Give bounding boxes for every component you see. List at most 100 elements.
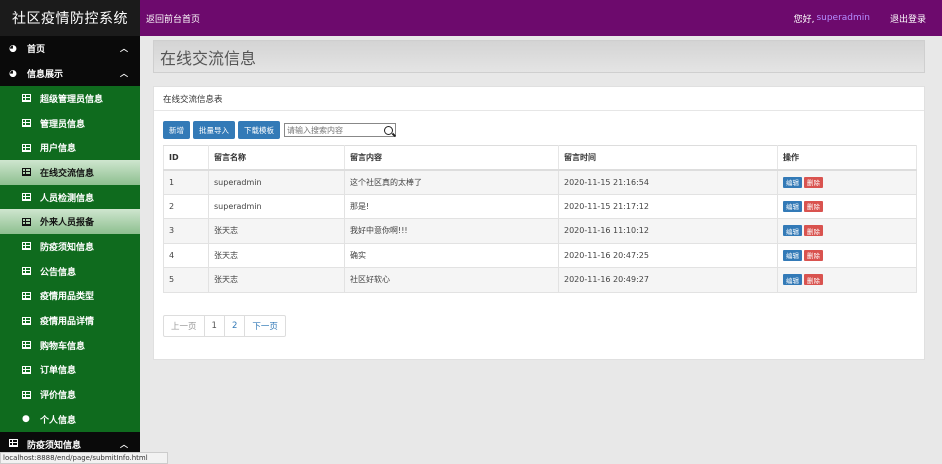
cell-time: 2020-11-16 20:47:25 [558,242,778,268]
sidebar-item-users[interactable]: 用户信息 [0,135,140,160]
column-header-actions: 操作 [777,145,917,171]
search-icon[interactable] [384,125,393,135]
table-row: 4 张天志 确实 2020-11-16 20:47:25 编辑 删除 [163,242,917,268]
delete-button[interactable]: 删除 [804,274,823,286]
sidebar: ◕ 首页 ︿ ◕ 信息展示 ︿ 超级管理员信息 管理员信息 用户信息 在线交流信… [0,36,140,464]
table-icon [22,390,34,399]
table-icon [22,365,34,374]
sidebar-item-orders[interactable]: 订单信息 [0,358,140,383]
sidebar-item-label: 个人信息 [40,415,77,426]
add-button[interactable]: 新增 [163,121,190,139]
sidebar-item-admin[interactable]: 管理员信息 [0,111,140,136]
sidebar-item-profile[interactable]: ● 个人信息 [0,407,140,432]
sidebar-group-home[interactable]: ◕ 首页 ︿ [0,36,140,61]
sidebar-item-visitor-report[interactable]: 外来人员报备 [0,209,140,235]
app-brand: 社区疫情防控系统 [0,0,140,36]
search-box [284,123,396,137]
table-icon [22,217,34,226]
table-row: 1 superadmin 这个社区真的太棒了 2020-11-15 21:16:… [163,169,917,195]
cell-name: 张天志 [208,267,345,293]
status-bar-url: localhost:8888/end/page/submitInfo.html [0,452,168,464]
edit-button[interactable]: 编辑 [783,176,802,188]
toolbar: 新增 批量导入 下载模板 [163,121,396,139]
sidebar-group-label: 防疫须知信息 [27,440,82,451]
sidebar-item-label: 评价信息 [40,391,77,402]
sidebar-item-label: 防疫须知信息 [40,242,95,253]
cell-content: 我好中意你啊!!! [344,218,559,244]
sidebar-item-supply-details[interactable]: 疫情用品详情 [0,308,140,333]
column-header-id: ID [163,145,209,171]
sidebar-group-label: 首页 [27,45,46,55]
cell-name: 张天志 [208,218,345,244]
batch-import-button[interactable]: 批量导入 [193,121,235,139]
table-icon [22,316,34,325]
cell-id: 4 [163,242,209,268]
table-icon [22,143,34,152]
delete-button[interactable]: 删除 [804,249,823,261]
content-panel: 在线交流信息表 新增 批量导入 下载模板 ID 留言名称 留言内容 留言时间 操… [153,86,925,360]
page-title: 在线交流信息 [153,40,925,73]
cell-name: 张天志 [208,242,345,268]
cell-content: 社区好软心 [344,267,559,293]
sidebar-item-testing[interactable]: 人员检测信息 [0,185,140,210]
cell-actions: 编辑 删除 [777,218,917,244]
sidebar-item-label: 公告信息 [40,267,77,278]
cell-content: 那是! [344,193,559,219]
table-icon [22,291,34,300]
edit-button[interactable]: 编辑 [783,274,802,286]
page-1-button[interactable]: 1 [205,316,225,336]
sidebar-item-label: 管理员信息 [40,119,86,130]
sidebar-item-announcements[interactable]: 公告信息 [0,259,140,284]
sidebar-item-reviews[interactable]: 评价信息 [0,382,140,407]
sidebar-item-online-chat[interactable]: 在线交流信息 [0,160,140,185]
cell-id: 1 [163,169,209,195]
user-area: 您好, superadmin 退出登录 [794,0,926,36]
cell-actions: 编辑 删除 [777,242,917,268]
column-header-name: 留言名称 [208,145,345,171]
next-page-button[interactable]: 下一页 [245,316,285,336]
prev-page-button[interactable]: 上一页 [164,316,205,336]
cell-actions: 编辑 删除 [777,193,917,219]
greeting-text: 您好, [793,14,815,25]
sidebar-group-label: 信息展示 [27,70,64,80]
cell-name: superadmin [208,169,345,195]
sidebar-item-label: 人员检测信息 [40,193,95,204]
cell-name: superadmin [208,193,345,219]
sidebar-group-info-display[interactable]: ◕ 信息展示 ︿ [0,61,140,86]
delete-button[interactable]: 删除 [804,225,823,237]
edit-button[interactable]: 编辑 [783,249,802,261]
username[interactable]: superadmin [816,13,870,23]
sidebar-item-label: 用户信息 [40,144,77,155]
cell-time: 2020-11-16 20:49:27 [558,267,778,293]
table-row: 5 张天志 社区好软心 2020-11-16 20:49:27 编辑 删除 [163,267,917,293]
sidebar-item-supply-types[interactable]: 疫情用品类型 [0,284,140,309]
cell-id: 3 [163,218,209,244]
back-to-frontend-link[interactable]: 返回前台首页 [146,12,200,25]
cell-id: 5 [163,267,209,293]
sidebar-item-label: 购物车信息 [40,341,86,352]
sidebar-item-label: 疫情用品详情 [40,317,95,328]
cell-id: 2 [163,193,209,219]
sidebar-item-super-admin[interactable]: 超级管理员信息 [0,86,140,111]
sidebar-item-label: 在线交流信息 [40,168,95,179]
delete-button[interactable]: 删除 [804,200,823,212]
delete-button[interactable]: 删除 [804,176,823,188]
column-header-content: 留言内容 [344,145,559,171]
user-icon: ● [22,414,30,425]
sidebar-item-label: 外来人员报备 [40,218,95,229]
sidebar-item-prevention-notice[interactable]: 防疫须知信息 [0,234,140,259]
page-2-button[interactable]: 2 [225,316,246,336]
search-input[interactable] [287,125,379,135]
logout-link[interactable]: 退出登录 [890,12,926,25]
column-header-time: 留言时间 [558,145,778,171]
download-template-button[interactable]: 下载模板 [238,121,280,139]
pagination: 上一页 1 2 下一页 [163,315,286,337]
sidebar-item-label: 超级管理员信息 [40,94,104,105]
table-icon [22,119,34,128]
sidebar-item-cart[interactable]: 购物车信息 [0,333,140,358]
cell-content: 确实 [344,242,559,268]
table-icon [22,193,34,202]
edit-button[interactable]: 编辑 [783,200,802,212]
edit-button[interactable]: 编辑 [783,225,802,237]
messages-table: ID 留言名称 留言内容 留言时间 操作 1 superadmin 这个社区真的… [163,145,917,293]
